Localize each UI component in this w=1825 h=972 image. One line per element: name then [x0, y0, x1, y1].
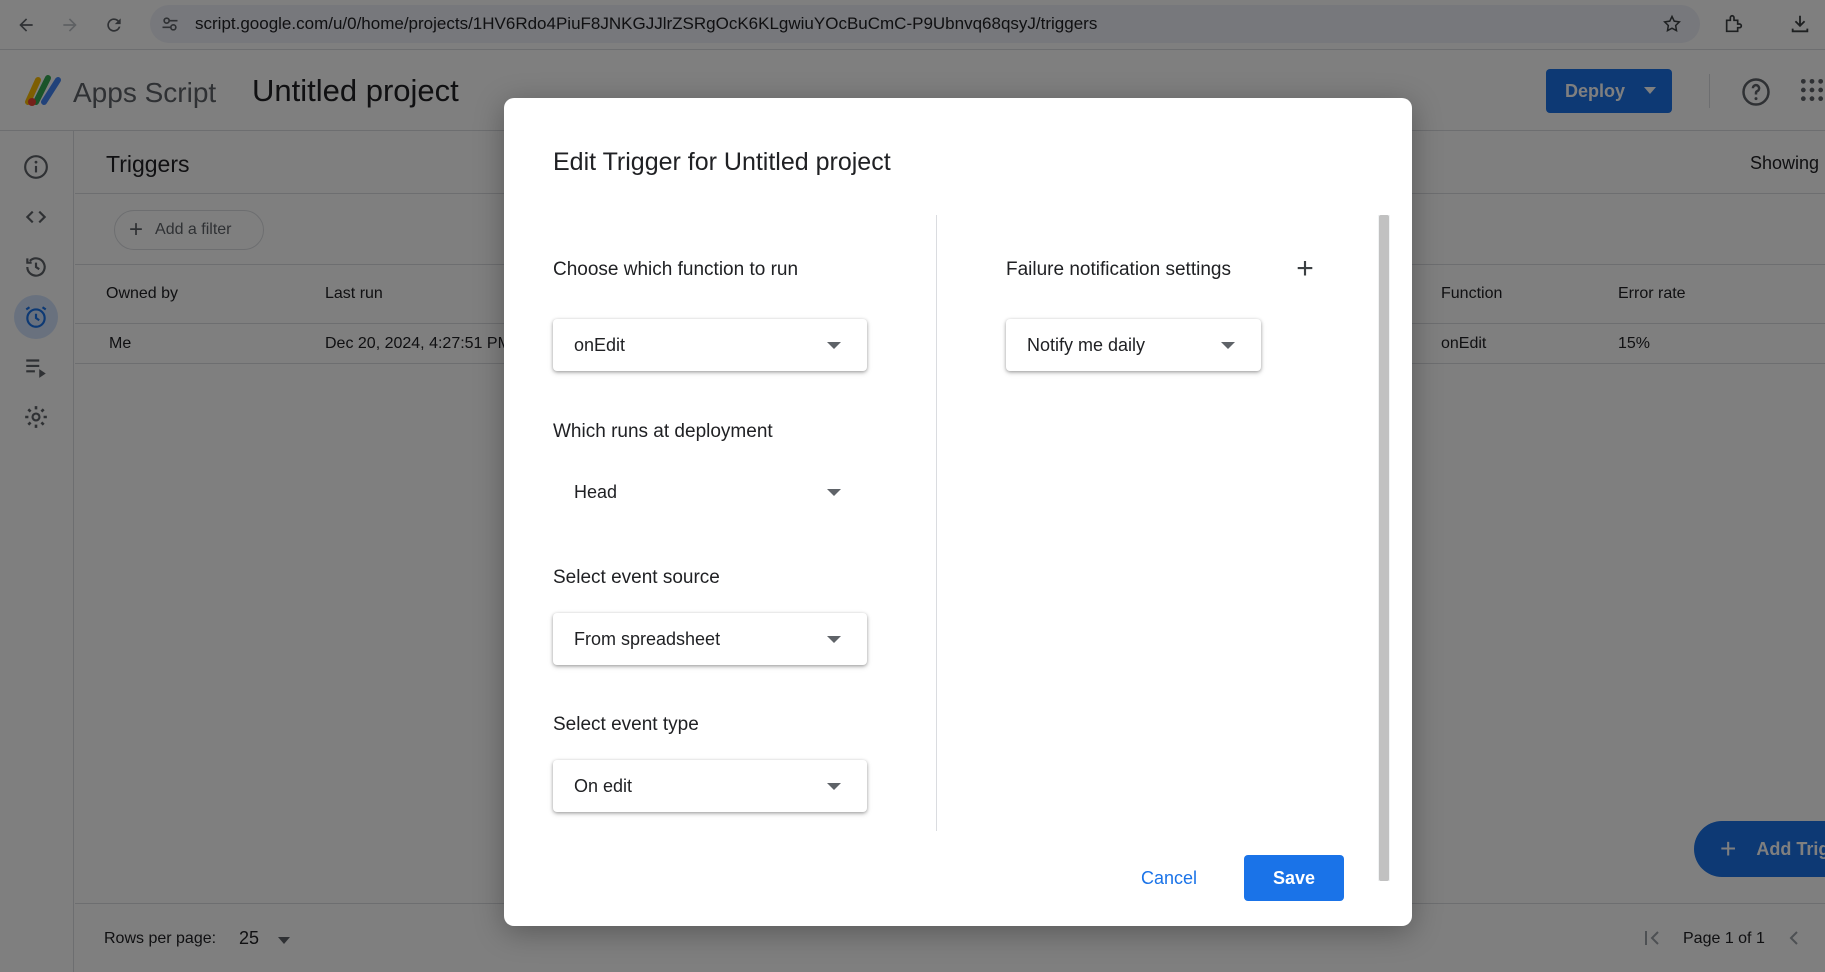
event-type-select[interactable]: On edit	[553, 760, 867, 812]
deployment-select-value: Head	[574, 482, 618, 502]
save-button[interactable]: Save	[1244, 855, 1344, 901]
chevron-down-icon	[827, 342, 841, 349]
deployment-select[interactable]: Head	[553, 466, 867, 518]
function-select[interactable]: onEdit	[553, 319, 867, 371]
scrollbar-thumb[interactable]	[1379, 215, 1389, 881]
function-select-value: onEdit	[574, 335, 626, 355]
cancel-button[interactable]: Cancel	[1121, 855, 1217, 901]
event-type-label: Select event type	[553, 714, 699, 735]
column-divider	[936, 215, 937, 831]
failure-notification-select[interactable]: Notify me daily	[1006, 319, 1261, 371]
event-source-label: Select event source	[553, 567, 720, 588]
function-label: Choose which function to run	[553, 259, 799, 280]
deployment-label: Which runs at deployment	[553, 421, 773, 442]
chevron-down-icon	[1221, 342, 1235, 349]
chevron-down-icon	[827, 636, 841, 643]
failure-notification-label: Failure notification settings	[1006, 259, 1231, 280]
chevron-down-icon	[827, 489, 841, 496]
dialog-title: Edit Trigger for Untitled project	[553, 148, 891, 176]
failure-notification-value: Notify me daily	[1027, 335, 1146, 355]
event-source-select-value: From spreadsheet	[574, 629, 721, 649]
event-source-select[interactable]: From spreadsheet	[553, 613, 867, 665]
chevron-down-icon	[827, 783, 841, 790]
add-notification-plus-icon[interactable]: +	[1291, 254, 1319, 284]
edit-trigger-dialog: Edit Trigger for Untitled project Choose…	[504, 98, 1412, 926]
event-type-select-value: On edit	[574, 776, 633, 796]
